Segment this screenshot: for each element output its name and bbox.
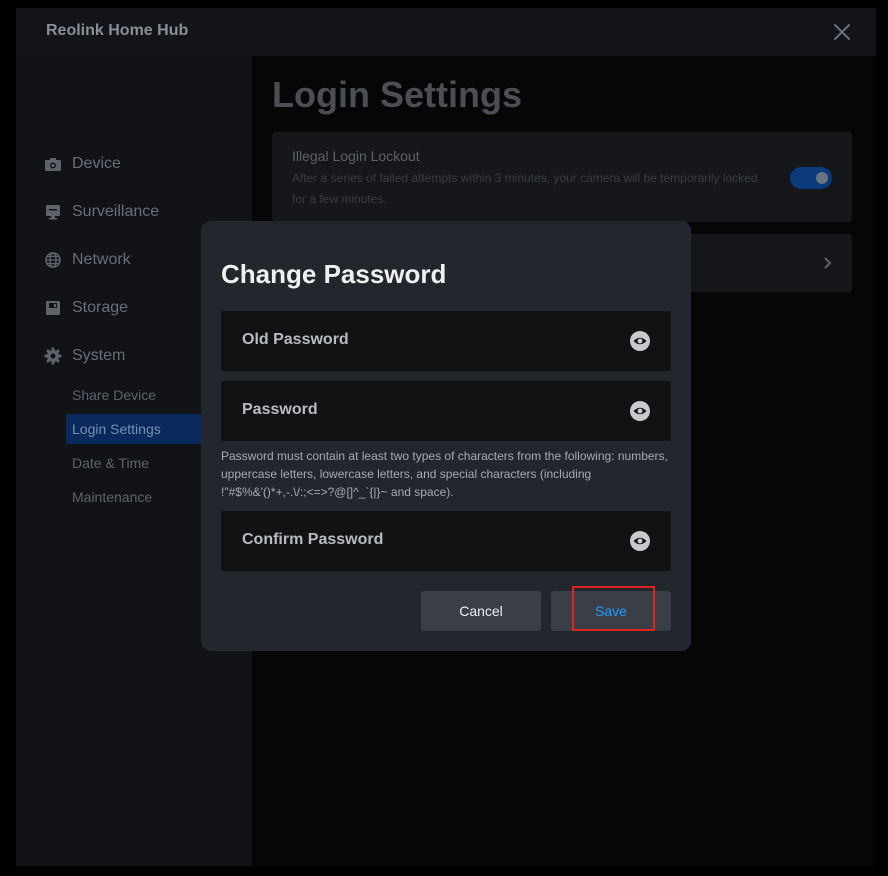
chevron-right-icon[interactable] <box>822 256 834 270</box>
sidebar-item-device[interactable]: Device <box>44 150 121 178</box>
sidebar-item-label: Device <box>72 155 121 172</box>
password-requirements-hint: Password must contain at least two types… <box>221 449 668 499</box>
gear-icon <box>44 347 62 365</box>
sidebar-item-label: Network <box>72 251 131 268</box>
cancel-button[interactable]: Cancel <box>421 591 541 631</box>
sidebar-item-storage[interactable]: Storage <box>44 294 128 322</box>
sidebar-item-label: Storage <box>72 299 129 316</box>
save-button[interactable]: Save <box>551 591 671 631</box>
close-icon[interactable] <box>830 20 854 44</box>
eye-icon[interactable] <box>629 530 651 552</box>
old-password-placeholder: Old Password <box>242 331 349 348</box>
storage-icon <box>44 299 62 317</box>
confirm-password-field[interactable]: Confirm Password <box>221 511 671 571</box>
eye-icon[interactable] <box>629 330 651 352</box>
sidebar-item-network[interactable]: Network <box>44 246 131 274</box>
monitor-icon <box>44 203 62 221</box>
confirm-password-placeholder: Confirm Password <box>242 531 384 548</box>
lockout-description: After a series of failed attempts within… <box>292 171 758 206</box>
sidebar-item-surveillance[interactable]: Surveillance <box>44 198 159 226</box>
app-title: Reolink Home Hub <box>46 22 189 39</box>
old-password-field[interactable]: Old Password <box>221 311 671 371</box>
page-title: Login Settings <box>272 74 522 115</box>
lockout-title: Illegal Login Lockout <box>292 148 420 164</box>
toggle-knob <box>816 172 828 184</box>
lockout-card: Illegal Login Lockout After a series of … <box>272 132 852 222</box>
eye-icon[interactable] <box>629 400 651 422</box>
password-placeholder: Password <box>242 401 318 418</box>
lockout-toggle[interactable] <box>790 167 832 189</box>
change-password-dialog: Change Password Old Password Password Pa… <box>201 221 691 651</box>
password-field[interactable]: Password <box>221 381 671 441</box>
globe-icon <box>44 251 62 269</box>
title-bar: Reolink Home Hub <box>16 8 876 56</box>
sidebar-item-system[interactable]: System <box>44 342 125 370</box>
sidebar-item-label: System <box>72 347 126 364</box>
sidebar-item-label: Surveillance <box>72 203 160 220</box>
camera-icon <box>44 155 62 173</box>
dialog-title: Change Password <box>221 259 447 289</box>
